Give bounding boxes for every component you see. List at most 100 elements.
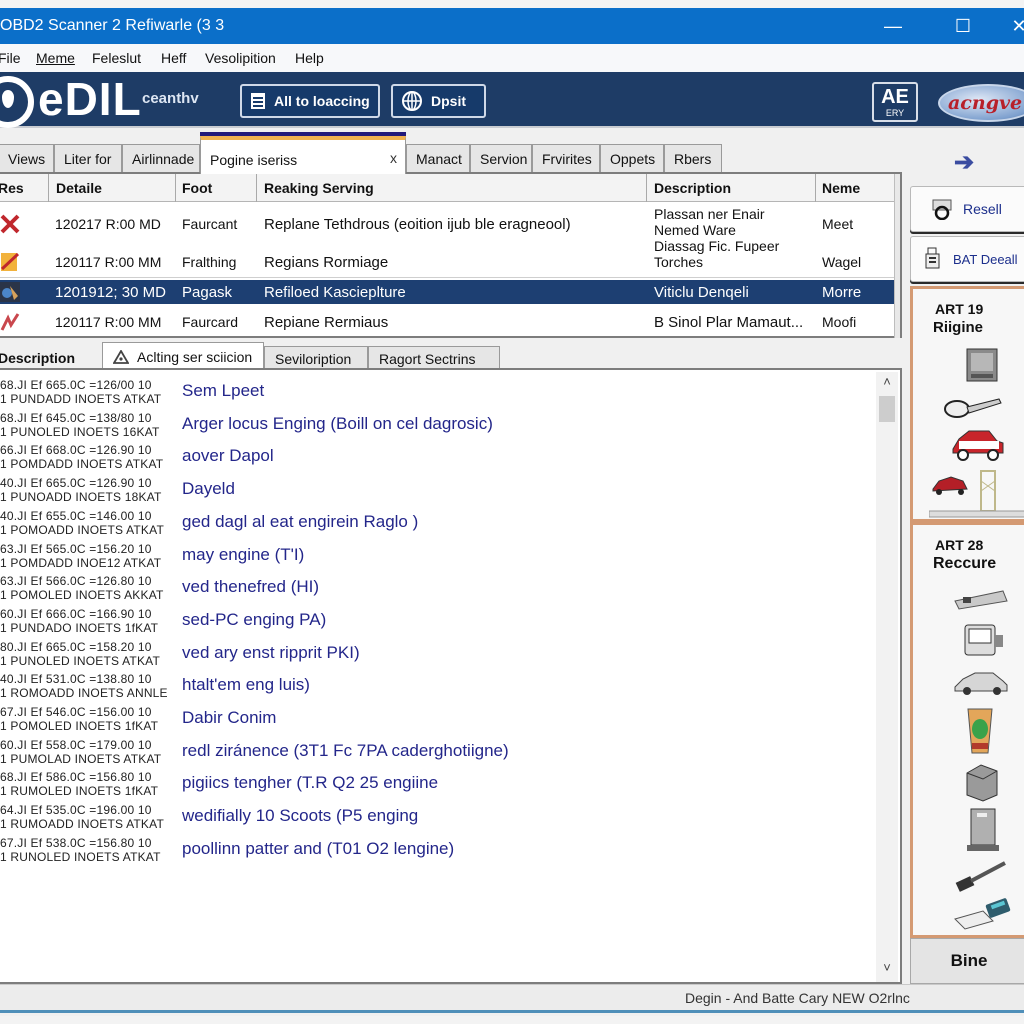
tab-description[interactable]: Description	[0, 346, 100, 370]
menu-feleslut[interactable]: Feleslut	[92, 50, 141, 66]
col-detaile[interactable]: Detaile	[56, 180, 102, 196]
tab-servion[interactable]: Servion	[470, 144, 532, 172]
maximize-button[interactable]: ☐	[940, 8, 986, 44]
detail-description[interactable]: pigiics tengher (T.R Q2 25 engiine	[182, 773, 438, 793]
detail-row[interactable]: 68.JI Ef 665.0C =126/00 10 1 PUNDADD INOE…	[0, 374, 860, 407]
vertical-scrollbar[interactable]: ˄ ˅	[876, 372, 898, 982]
detail-row[interactable]: 40.JI Ef 531.0C =138.80 10 1 ROMOADD INOE…	[0, 668, 860, 701]
menu-help[interactable]: Help	[295, 50, 324, 66]
calculator-icon[interactable]	[953, 897, 1013, 931]
bat-deeall-button[interactable]: BAT Deeall	[910, 236, 1024, 282]
col-description[interactable]: Description	[654, 180, 731, 196]
grid-scrollbar[interactable]	[894, 174, 900, 338]
detail-description[interactable]: redl ziránence (3T1 Fc 7PA caderghotiign…	[182, 741, 509, 761]
tab-oppets[interactable]: Oppets	[600, 144, 664, 172]
tab-label: Pogine iseriss	[210, 152, 298, 168]
close-button[interactable]: ✕	[996, 8, 1024, 44]
detail-description[interactable]: sed-PC enging PA)	[182, 610, 326, 630]
detail-code-line2: 1 POMDADD INOE12 ATKAT	[0, 555, 162, 570]
tower-unit-icon[interactable]	[965, 807, 1001, 853]
detail-row[interactable]: 63.JI Ef 565.0C =156.20 10 1 POMDADD INOE…	[0, 538, 860, 571]
tab-rbers[interactable]: Rbers	[664, 144, 722, 172]
detail-description[interactable]: may engine (T'I)	[182, 545, 304, 565]
menu-heff[interactable]: Heff	[161, 50, 186, 66]
back-arrow-icon[interactable]: ➔	[954, 148, 974, 177]
col-neme[interactable]: Neme	[822, 180, 860, 196]
cable-connector-icon[interactable]	[953, 859, 1009, 895]
detail-row[interactable]: 64.JI Ef 535.0C =196.00 10 1 RUMOADD INOE…	[0, 799, 860, 832]
detail-description[interactable]: aover Dapol	[182, 446, 274, 466]
dpsit-button[interactable]: Dpsit	[391, 84, 486, 118]
detail-row[interactable]: 63.JI Ef 566.0C =126.80 10 1 POMOLED INOE…	[0, 570, 860, 603]
detail-description[interactable]: Sem Lpeet	[182, 381, 264, 401]
table-row-selected[interactable]: 1201912; 30 MD Pagask Refiloed Kascieplt…	[0, 280, 894, 304]
detail-row[interactable]: 68.JI Ef 645.0C =138/80 10 1 PUNOLED INOE…	[0, 407, 860, 440]
detail-row[interactable]: 67.JI Ef 538.0C =156.80 10 1 RUNOLED INOE…	[0, 832, 860, 865]
detail-row[interactable]: 80.JI Ef 665.0C =158.20 10 1 PUNOLED INOE…	[0, 636, 860, 669]
tab-close-icon[interactable]: x	[390, 150, 397, 166]
bine-button[interactable]: Bine	[910, 938, 1024, 984]
detail-code-line2: 1 PUNDADO INOETS 1fKAT	[0, 620, 159, 635]
scroll-thumb[interactable]	[879, 396, 895, 422]
tab-label: Servion	[480, 150, 528, 167]
scanner-device-icon[interactable]	[961, 623, 1005, 659]
menu-file[interactable]: File	[0, 50, 21, 66]
tab-aclting-ser-sciicion[interactable]: Aclting ser sciicion	[102, 342, 264, 370]
tab-label: Oppets	[610, 150, 656, 167]
col-foot[interactable]: Foot	[182, 180, 212, 196]
detail-description[interactable]: Dabir Conim	[182, 708, 276, 728]
detail-description[interactable]: wedifially 10 Scoots (P5 enging	[182, 806, 418, 826]
detail-row[interactable]: 67.JI Ef 546.0C =156.00 10 1 POMOLED INOE…	[0, 701, 860, 734]
detail-description[interactable]: ged dagl al eat engirein Raglo )	[182, 512, 418, 532]
detail-code-line2: 1 PUNOADD INOETS 18KAT	[0, 490, 162, 505]
ae-badge[interactable]: AE ERY	[872, 82, 918, 122]
all-to-loading-button[interactable]: All to loaccing	[240, 84, 380, 118]
tab-airlinnade[interactable]: Airlinnade	[122, 144, 200, 172]
table-row[interactable]: 120217 R:00 MD Faurcant Replane Tethdrou…	[0, 204, 894, 242]
tab-seviloription[interactable]: Seviloription	[264, 346, 368, 370]
row-serving: Replane Tethdrous (eoition ijub ble erag…	[264, 216, 571, 233]
detail-row[interactable]: 40.JI Ef 655.0C =146.00 10 1 POMOADD INOE…	[0, 505, 860, 538]
menu-meme[interactable]: Meme	[36, 50, 75, 66]
col-res[interactable]: Res	[0, 180, 24, 196]
minimize-icon: —	[884, 15, 902, 36]
detail-description[interactable]: htalt'em eng luis)	[182, 675, 310, 695]
red-car-icon[interactable]	[949, 427, 1005, 461]
engine-box-icon[interactable]	[963, 345, 1003, 385]
detail-description[interactable]: poollinn patter and (T01 O2 lengine)	[182, 839, 454, 859]
fluid-cup-icon[interactable]	[965, 707, 995, 755]
table-row[interactable]: 120117 R:00 MM Fralthing Regians Rormiag…	[0, 238, 894, 278]
detail-row[interactable]: 60.JI Ef 558.0C =179.00 10 1 PUMOLAD INOE…	[0, 734, 860, 767]
scroll-up-icon[interactable]: ˄	[876, 374, 898, 394]
tab-ragort-sectrins[interactable]: Ragort Sectrins	[368, 346, 500, 370]
window-bottom-border	[0, 1010, 1024, 1013]
tab-views[interactable]: Views	[0, 144, 54, 172]
row-serving: Repiane Rermiaus	[264, 314, 389, 331]
ecu-box-icon[interactable]	[963, 763, 1001, 803]
table-row[interactable]: 120117 R:00 MM Faurcard Repiane Rermiaus…	[0, 308, 894, 336]
col-reaking-serving[interactable]: Reaking Serving	[264, 180, 374, 196]
module-strip-icon[interactable]	[953, 587, 1009, 611]
tab-liter-for[interactable]: Liter for	[54, 144, 122, 172]
car-lift-icon[interactable]	[929, 467, 1024, 519]
detail-description[interactable]: Dayeld	[182, 479, 235, 499]
detail-row[interactable]: 66.JI Ef 668.0C =126.90 10 1 POMDADD INOE…	[0, 439, 860, 472]
detail-row[interactable]: 40.JI Ef 665.0C =126.90 10 1 PUNOADD INOE…	[0, 472, 860, 505]
resell-button[interactable]: Resell	[910, 186, 1024, 232]
detail-row[interactable]: 60.JI Ef 666.0C =166.90 10 1 PUNDADO INOE…	[0, 603, 860, 636]
status-bar: Degin - And Batte Cary NEW O2rlnc	[0, 984, 1024, 1010]
detail-code-line2: 1 POMOLED INOETS 1fKAT	[0, 719, 159, 733]
tab-pogine-iseriss[interactable]: Pogine iseriss x	[200, 132, 406, 174]
tab-frvirites[interactable]: Frvirites	[532, 144, 600, 172]
scroll-down-icon[interactable]: ˅	[876, 960, 898, 980]
tab-label: Airlinnade	[132, 150, 195, 167]
minimize-button[interactable]: —	[870, 8, 916, 44]
detail-description[interactable]: ved thenefred (HI)	[182, 577, 319, 597]
exhaust-pipe-icon[interactable]	[943, 393, 1003, 421]
menu-vesolipition[interactable]: Vesolipition	[205, 50, 276, 66]
detail-description[interactable]: ved ary enst ripprit PKI)	[182, 643, 360, 663]
sedan-car-icon[interactable]	[953, 667, 1009, 697]
detail-row[interactable]: 68.JI Ef 586.0C =156.80 10 1 RUMOLED INOE…	[0, 766, 860, 799]
detail-description[interactable]: Arger locus Enging (Boill on cel dagrosi…	[182, 414, 493, 434]
tab-manact[interactable]: Manact	[406, 144, 470, 172]
